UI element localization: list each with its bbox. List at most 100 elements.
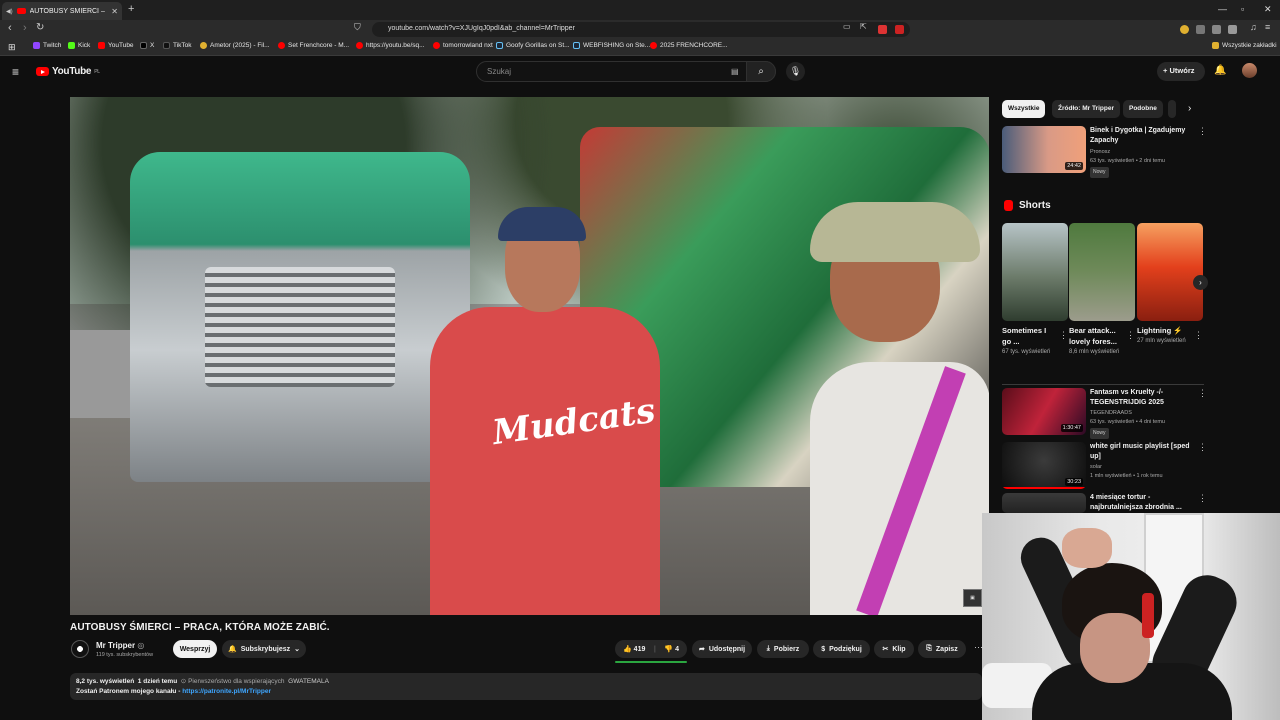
notifications-bell-icon[interactable]: 🔔	[1214, 65, 1226, 76]
extension-icon[interactable]	[895, 25, 904, 34]
like-ratio-bar	[615, 661, 687, 663]
video-player[interactable]: Mudcats	[70, 97, 989, 615]
bookmark-item[interactable]: Twitch	[33, 42, 61, 49]
short-views: 8,6 mln wyświetleń	[1069, 349, 1120, 355]
scissors-icon: ✂	[882, 646, 889, 653]
kick-icon	[68, 42, 75, 49]
more-options-icon[interactable]: ⋮	[1198, 126, 1207, 137]
more-options-icon[interactable]: ⋮	[1198, 493, 1207, 504]
account-avatar[interactable]	[1242, 63, 1257, 78]
chevron-down-icon: ⌄	[294, 646, 300, 653]
maximize-icon[interactable]: ▫	[1241, 4, 1244, 14]
bookmark-item[interactable]: WEBFISHING on Ste...	[573, 42, 650, 49]
hamburger-menu-icon[interactable]: ≡	[12, 65, 19, 79]
menu-icon[interactable]: ≡	[1265, 22, 1270, 32]
apps-grid-icon[interactable]: ⊞	[8, 42, 16, 53]
video-thumbnail: 24:42	[1002, 126, 1086, 173]
video-thumbnail	[1002, 493, 1086, 513]
subscribe-button[interactable]: 🔔 Subskrybujesz ⌄	[222, 640, 306, 658]
back-icon[interactable]: ‹	[8, 22, 12, 34]
save-playlist-icon: ⎘	[926, 645, 932, 652]
bookmark-item[interactable]: tomorrowland nxt	[433, 42, 493, 49]
dislike-button[interactable]: 👎 4	[664, 645, 679, 653]
bookmark-item[interactable]: TikTok	[163, 42, 192, 49]
bookmark-item[interactable]: Goofy Gorillas on St...	[496, 42, 570, 49]
support-button[interactable]: Wesprzyj	[173, 640, 217, 658]
bookmark-item[interactable]: YouTube	[98, 42, 134, 49]
bookmark-item[interactable]: 2025 FRENCHCORE...	[650, 42, 728, 49]
thanks-button[interactable]: $ Podziękuj	[813, 640, 870, 658]
chip-partial[interactable]	[1168, 100, 1176, 118]
short-views: 67 tys. wyświetleń	[1002, 349, 1051, 355]
sidebar-icon[interactable]	[1228, 25, 1237, 34]
description-box[interactable]: 8,2 tys. wyświetleń 1 dzień temu ⊙ Pierw…	[70, 673, 982, 700]
close-tab-icon[interactable]: ✕	[111, 7, 118, 16]
url-bar[interactable]: youtube.com/watch?v=XJUgIqJ0pdI&ab_chann…	[372, 22, 910, 37]
audio-icon[interactable]: ◀)	[6, 8, 13, 15]
minimize-icon[interactable]: —	[1218, 4, 1227, 14]
video-thumbnail: 1:30:47	[1002, 388, 1086, 435]
more-options-icon[interactable]: ⋮	[1059, 330, 1068, 341]
youtube-play-icon	[36, 67, 49, 76]
share-icon[interactable]: ⇱	[860, 22, 867, 31]
bookmark-item[interactable]: https://youtu.be/sq...	[356, 42, 425, 49]
extension-icon[interactable]	[878, 25, 887, 34]
download-button[interactable]: ⤓ Pobierz	[757, 640, 809, 658]
chip-related[interactable]: Podobne	[1123, 100, 1163, 118]
all-bookmarks-folder[interactable]: Wszystkie zakładki	[1212, 42, 1277, 49]
share-button[interactable]: ➦ Udostępnij	[692, 640, 752, 658]
browser-tab[interactable]: ◀) AUTOBUSY ŚMIERCI – PRACA ✕	[2, 2, 122, 20]
video-thumbnail: 30:23	[1002, 442, 1086, 489]
bookmark-item[interactable]: X	[140, 42, 154, 49]
shorts-next-button[interactable]: ›	[1193, 275, 1208, 290]
save-button[interactable]: ⎘ Zapisz	[918, 640, 966, 658]
chip-from-channel[interactable]: Źródło: Mr Tripper	[1052, 100, 1120, 118]
folder-icon	[1212, 42, 1219, 49]
extension-icon[interactable]	[1196, 25, 1205, 34]
short-item[interactable]: Sometimes I go ... 67 tys. wyświetleń ⋮	[1002, 223, 1068, 357]
keyboard-icon[interactable]: ▤	[731, 67, 739, 76]
channel-avatar[interactable]	[71, 640, 89, 658]
recommended-meta: solar 1 mln wyświetleń • 1 rok temu	[1090, 464, 1163, 479]
video-frame-man-red-shirt: Mudcats	[430, 207, 660, 615]
reload-icon[interactable]: ↻	[36, 22, 44, 33]
short-item[interactable]: Bear attack... lovely fores... 8,6 mln w…	[1069, 223, 1135, 357]
more-options-icon[interactable]: ⋮	[1126, 330, 1135, 341]
patronite-link[interactable]: https://patronite.pl/MrTripper	[182, 688, 271, 695]
more-options-icon[interactable]: ⋮	[1198, 442, 1207, 453]
duration-badge: 1:30:47	[1060, 424, 1083, 432]
recommended-title: Binek i Dygotka | Zgadujemy Zapachy	[1090, 127, 1186, 144]
forward-icon[interactable]: ›	[23, 22, 27, 34]
tab-title: AUTOBUSY ŚMIERCI – PRACA	[29, 7, 108, 15]
extensions-puzzle-icon[interactable]	[1212, 25, 1221, 34]
like-button[interactable]: 👍 419	[623, 645, 645, 653]
bookmark-item[interactable]: Kick	[68, 42, 90, 49]
channel-watermark[interactable]: ▣	[963, 589, 982, 607]
close-window-icon[interactable]: ✕	[1264, 4, 1272, 15]
create-button[interactable]: + Utwórz	[1157, 62, 1205, 81]
chip-all[interactable]: Wszystkie	[1002, 100, 1046, 118]
clip-button[interactable]: ✂ Klip	[874, 640, 914, 658]
shorts-heading: Shorts	[1004, 200, 1051, 211]
bookmark-item[interactable]: Set Frenchcore - M...	[278, 42, 349, 49]
youtube-logo[interactable]: YouTube PL	[36, 66, 100, 77]
more-options-icon[interactable]: ⋮	[1198, 388, 1207, 399]
hashtag[interactable]: GWATEMALA	[288, 678, 329, 685]
channel-name[interactable]: Mr Tripper ◎	[96, 641, 144, 650]
youtube-icon	[650, 42, 657, 49]
new-tab-icon[interactable]: +	[128, 3, 134, 15]
lock-icon: ⊙	[180, 678, 187, 685]
search-input[interactable]: Szukaj ▤	[476, 61, 776, 82]
extension-icon[interactable]	[1180, 25, 1189, 34]
tiktok-icon	[163, 42, 170, 49]
plus-icon: +	[1163, 66, 1168, 75]
search-button[interactable]: ⌕	[746, 61, 776, 82]
more-options-icon[interactable]: ⋮	[1194, 330, 1203, 341]
bookmark-page-icon[interactable]: ⛉	[354, 22, 361, 33]
media-icon[interactable]: ♫	[1250, 22, 1257, 32]
cast-icon[interactable]: ▭	[843, 22, 851, 31]
short-title: Lightning ⚡	[1137, 326, 1183, 335]
bookmark-item[interactable]: Ametor (2025) - Fil...	[200, 42, 270, 49]
voice-search-button[interactable]: 🎙	[786, 62, 805, 81]
chips-next-icon[interactable]: ›	[1188, 103, 1191, 114]
